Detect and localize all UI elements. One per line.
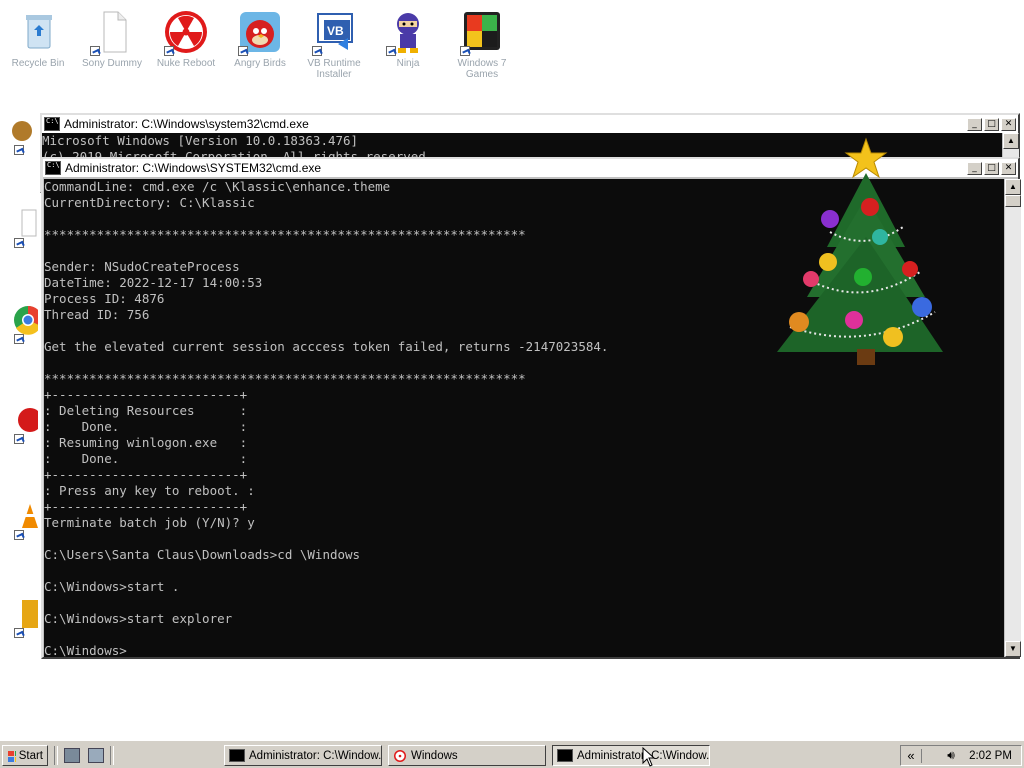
- network-icon[interactable]: [921, 748, 940, 763]
- console-line: Process ID: 4876: [44, 291, 165, 306]
- scroll-down-icon[interactable]: ▼: [1005, 641, 1021, 657]
- console-line: : Done. :: [44, 419, 248, 434]
- radiation-icon: [162, 8, 210, 56]
- maximize-button[interactable]: □: [984, 161, 999, 175]
- cmd-icon: [229, 749, 245, 762]
- console-line: C:\Windows>: [44, 643, 127, 657]
- shortcut-arrow-icon: [14, 145, 24, 155]
- console-line: : Deleting Resources :: [44, 403, 248, 418]
- show-desktop-icon[interactable]: [64, 748, 80, 763]
- vb-icon: VB: [310, 8, 358, 56]
- chrome-icon: [14, 305, 43, 335]
- radiation-icon: [394, 749, 406, 762]
- shortcut-arrow-icon: [386, 46, 396, 56]
- desktop-icon-ninja[interactable]: Ninja: [372, 8, 444, 69]
- cmd-icon: [44, 117, 60, 131]
- angry-bird-icon: [236, 8, 284, 56]
- taskbar-button-cmd-1[interactable]: Administrator: C:\Window...: [224, 745, 382, 766]
- console-line: CommandLine: cmd.exe /c \Klassic\enhance…: [44, 179, 391, 194]
- console-line: C:\Windows>start explorer: [44, 611, 233, 626]
- vertical-scrollbar[interactable]: ▲ ▼: [1004, 179, 1021, 657]
- taskbar-button-cmd-2[interactable]: Administrator: C:\Window...: [552, 745, 710, 766]
- taskbar-button-label: Windows: [411, 749, 458, 762]
- console-line: CurrentDirectory: C:\Klassic: [44, 195, 255, 210]
- scroll-up-icon[interactable]: ▲: [1003, 133, 1019, 149]
- console-line: DateTime: 2022-12-17 14:00:53: [44, 275, 263, 290]
- svg-text:VB: VB: [327, 24, 344, 38]
- start-label: Start: [18, 749, 43, 762]
- console-line: ****************************************…: [44, 371, 526, 386]
- volume-icon[interactable]: 🔊︎: [942, 748, 960, 763]
- console-line: C:\Users\Santa Claus\Downloads>cd \Windo…: [44, 547, 361, 562]
- taskbar-button-windows[interactable]: Windows: [388, 745, 546, 766]
- console-line: : Done. :: [44, 451, 248, 466]
- cmd-icon: [557, 749, 573, 762]
- start-button[interactable]: Start: [2, 745, 48, 766]
- console-line: Thread ID: 756: [44, 307, 150, 322]
- document-icon: [88, 8, 136, 56]
- desktop-icon-left-yellow[interactable]: [6, 598, 38, 638]
- shortcut-arrow-icon: [14, 434, 24, 444]
- console-line: Terminate batch job (Y/N)? y: [44, 515, 255, 530]
- close-button[interactable]: ✕: [1001, 161, 1016, 175]
- christmas-tree-icon: [777, 137, 943, 365]
- shortcut-arrow-icon: [14, 530, 24, 540]
- shortcut-arrow-icon: [460, 46, 470, 56]
- taskbar-separator: [110, 746, 114, 765]
- desktop-icon-left-1[interactable]: [6, 115, 38, 155]
- minimize-button[interactable]: _: [967, 117, 982, 131]
- console-line: +-------------------------+: [44, 467, 248, 482]
- maximize-button[interactable]: □: [984, 117, 999, 131]
- windows-logo-icon: [8, 750, 16, 762]
- desktop-icon-vb[interactable]: VB VB Runtime Installer: [298, 8, 370, 80]
- cmd-icon: [45, 161, 61, 175]
- desktop-icon-left-red[interactable]: [6, 404, 42, 444]
- show-hidden-icons-icon[interactable]: «: [901, 748, 921, 763]
- close-button[interactable]: ✕: [1001, 117, 1016, 131]
- system-tray: « 🔊︎ 2:02 PM: [900, 745, 1022, 766]
- console-line: Get the elevated current session acccess…: [44, 339, 609, 354]
- shortcut-arrow-icon: [238, 46, 248, 56]
- shortcut-arrow-icon: [14, 628, 24, 638]
- shortcut-arrow-icon: [312, 46, 322, 56]
- desktop-icon-recycle-bin[interactable]: Recycle Bin: [2, 8, 74, 69]
- recycle-bin-icon: [14, 8, 62, 56]
- console-line: ****************************************…: [44, 227, 526, 242]
- taskbar-button-label: Administrator: C:\Window...: [249, 749, 382, 762]
- desktop-icon-vlc[interactable]: [6, 500, 38, 540]
- desktop-icon-sony[interactable]: Sony Dummy: [76, 8, 148, 69]
- minimize-button[interactable]: _: [967, 161, 982, 175]
- console-line: Sender: NSudoCreateProcess: [44, 259, 240, 274]
- clock[interactable]: 2:02 PM: [960, 750, 1021, 762]
- mouse-cursor-icon: [642, 747, 656, 767]
- title-bar[interactable]: Administrator: C:\Windows\system32\cmd.e…: [42, 115, 1018, 133]
- vlc-cone-icon: [22, 504, 38, 528]
- console-line: C:\Windows>start .: [44, 579, 180, 594]
- taskbar-separator: [54, 746, 58, 765]
- shortcut-arrow-icon: [14, 334, 24, 344]
- desktop-icon-nuke[interactable]: Nuke Reboot: [150, 8, 222, 69]
- desktop-icon-left-2[interactable]: [6, 208, 38, 248]
- desktop-icon-angry-birds[interactable]: Angry Birds: [224, 8, 296, 69]
- desktop-icon-chrome[interactable]: [6, 304, 43, 344]
- shortcut-arrow-icon: [14, 238, 24, 248]
- cmd-window-front[interactable]: Administrator: C:\Windows\SYSTEM32\cmd.e…: [41, 137, 1021, 659]
- console-line: +-------------------------+: [44, 387, 248, 402]
- colorful-app-icon: [458, 8, 506, 56]
- scroll-thumb[interactable]: [1005, 195, 1021, 207]
- console-line: : Press any key to reboot. :: [44, 483, 255, 498]
- console-line: : Resuming winlogon.exe :: [44, 435, 248, 450]
- desktop-icon-games[interactable]: Windows 7 Games: [446, 8, 518, 80]
- shortcut-arrow-icon: [90, 46, 100, 56]
- taskbar: Start Administrator: C:\Window... Window…: [0, 740, 1024, 768]
- window-title: Administrator: C:\Windows\system32\cmd.e…: [64, 117, 309, 131]
- console-line: +-------------------------+: [44, 499, 248, 514]
- scroll-up-icon[interactable]: ▲: [1005, 179, 1021, 195]
- ninja-icon: [384, 8, 432, 56]
- quick-launch-explorer-icon[interactable]: [88, 748, 104, 763]
- shortcut-arrow-icon: [164, 46, 174, 56]
- console-line: Microsoft Windows [Version 10.0.18363.47…: [42, 133, 359, 148]
